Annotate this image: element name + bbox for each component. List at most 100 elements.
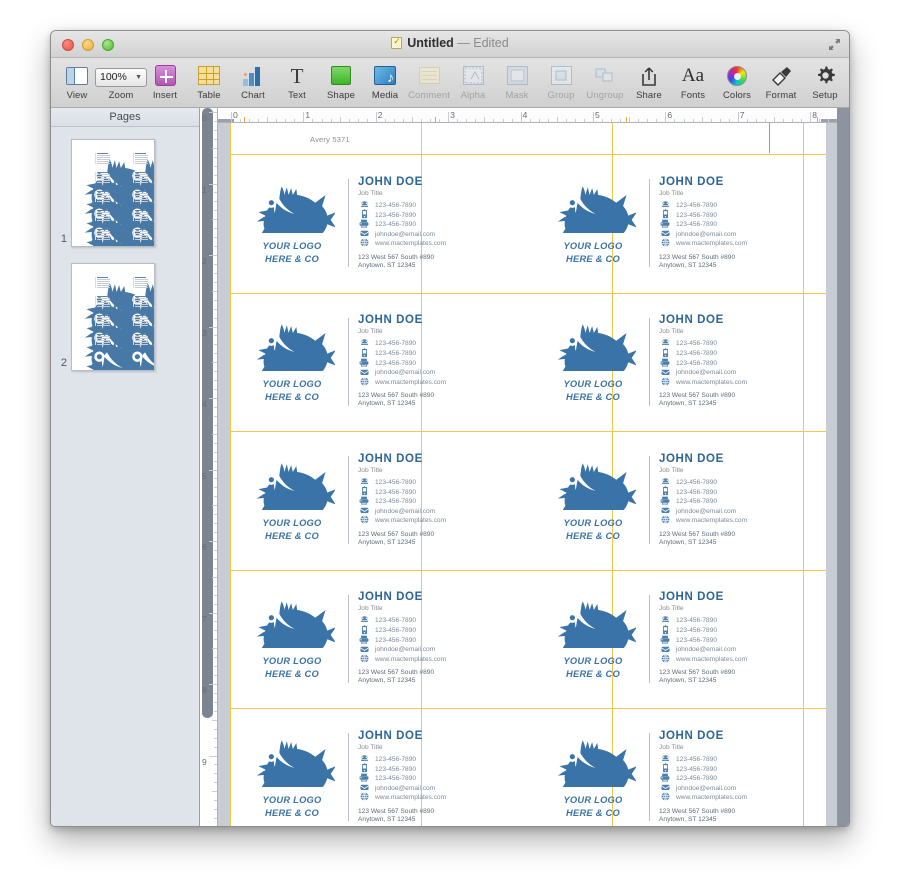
card-contact-row[interactable]: 123-456-7890 (358, 487, 506, 497)
card-contact-row[interactable]: 123-456-7890 (659, 635, 807, 645)
business-card[interactable]: YOUR LOGOHERE & COJOHN DOEJob Title123-4… (531, 431, 813, 569)
card-contact-row[interactable]: johndoe@email.com (358, 645, 506, 655)
card-logo-block[interactable]: YOUR LOGOHERE & CO (531, 735, 649, 820)
card-contact-row[interactable]: 123-456-7890 (358, 497, 506, 507)
card-contact-row[interactable]: 123-456-7890 (358, 616, 506, 626)
card-info-block[interactable]: JOHN DOEJob Title123-456-7890123-456-789… (659, 314, 813, 409)
card-contact-row[interactable]: 123-456-7890 (358, 201, 506, 211)
card-contact-row[interactable]: johndoe@email.com (659, 506, 807, 516)
card-contact-row[interactable]: johndoe@email.com (358, 368, 506, 378)
card-contact-row[interactable]: www.mactemplates.com (659, 793, 807, 803)
toolbar-button-tips[interactable]: ? Tips (847, 61, 850, 101)
card-contact-row[interactable]: www.mactemplates.com (358, 377, 506, 387)
card-contact-row[interactable]: 123-456-7890 (358, 478, 506, 488)
card-logo-block[interactable]: YOUR LOGOHERE & CO (230, 319, 348, 404)
card-contact-row[interactable]: 123-456-7890 (659, 210, 807, 220)
vertical-ruler[interactable]: 012345678910 (200, 108, 218, 827)
page-thumbnail-list[interactable]: 12 (51, 127, 199, 827)
ruler-guide-marker[interactable] (435, 117, 436, 122)
card-info-block[interactable]: JOHN DOEJob Title123-456-7890123-456-789… (659, 453, 813, 548)
card-info-block[interactable]: JOHN DOEJob Title123-456-7890123-456-789… (358, 591, 512, 686)
business-card[interactable]: YOUR LOGOHERE & COJOHN DOEJob Title123-4… (230, 708, 512, 827)
business-card[interactable]: YOUR LOGOHERE & COJOHN DOEJob Title123-4… (531, 154, 813, 292)
card-info-block[interactable]: JOHN DOEJob Title123-456-7890123-456-789… (659, 176, 813, 271)
page-sheet[interactable]: Avery 5371 YOUR LOGOHERE & COJOHN DOEJob… (230, 123, 826, 827)
card-contact-row[interactable]: johndoe@email.com (659, 645, 807, 655)
card-contact-row[interactable]: johndoe@email.com (659, 783, 807, 793)
toolbar-button-fonts[interactable]: Aa Fonts (671, 61, 715, 101)
toolbar-button-view[interactable]: View (55, 61, 99, 101)
card-logo-block[interactable]: YOUR LOGOHERE & CO (230, 181, 348, 266)
toolbar-button-shape[interactable]: Shape (319, 61, 363, 101)
card-contact-row[interactable]: 123-456-7890 (659, 764, 807, 774)
card-contact-row[interactable]: johndoe@email.com (358, 506, 506, 516)
toolbar-button-text[interactable]: T Text (275, 61, 319, 101)
toolbar-button-insert[interactable]: Insert (143, 61, 187, 101)
card-contact-row[interactable]: johndoe@email.com (358, 783, 506, 793)
toolbar-button-ungroup[interactable]: Ungroup (583, 61, 627, 101)
card-contact-row[interactable]: 123-456-7890 (358, 220, 506, 230)
card-contact-row[interactable]: www.mactemplates.com (358, 239, 506, 249)
card-contact-row[interactable]: 123-456-7890 (358, 755, 506, 765)
horizontal-ruler[interactable]: 012345678 (218, 108, 837, 123)
ruler-guide-marker[interactable] (244, 117, 245, 122)
business-card[interactable]: YOUR LOGOHERE & COJOHN DOEJob Title123-4… (531, 570, 813, 708)
toolbar-button-colors[interactable]: Colors (715, 61, 759, 101)
business-card[interactable]: YOUR LOGOHERE & COJOHN DOEJob Title123-4… (230, 293, 512, 431)
card-contact-row[interactable]: www.mactemplates.com (659, 239, 807, 249)
business-card[interactable]: YOUR LOGOHERE & COJOHN DOEJob Title123-4… (230, 570, 512, 708)
card-contact-row[interactable]: 123-456-7890 (659, 349, 807, 359)
card-info-block[interactable]: JOHN DOEJob Title123-456-7890123-456-789… (358, 730, 512, 825)
card-contact-row[interactable]: 123-456-7890 (358, 210, 506, 220)
card-contact-row[interactable]: www.mactemplates.com (358, 793, 506, 803)
page-thumbnail[interactable] (71, 263, 155, 371)
card-logo-block[interactable]: YOUR LOGOHERE & CO (230, 596, 348, 681)
vertical-scrollbar-track[interactable] (837, 108, 849, 827)
card-contact-row[interactable]: 123-456-7890 (659, 339, 807, 349)
card-logo-block[interactable]: YOUR LOGOHERE & CO (230, 458, 348, 543)
toolbar-button-mask[interactable]: Mask (495, 61, 539, 101)
business-card[interactable]: YOUR LOGOHERE & COJOHN DOEJob Title123-4… (230, 154, 512, 292)
toolbar-button-comment[interactable]: Comment (407, 61, 451, 101)
toolbar-button-chart[interactable]: Chart (231, 61, 275, 101)
toolbar-button-format[interactable]: Format (759, 61, 803, 101)
card-contact-row[interactable]: 123-456-7890 (659, 626, 807, 636)
card-contact-row[interactable]: www.mactemplates.com (659, 377, 807, 387)
page-thumbnail-row[interactable]: 2 (51, 263, 199, 371)
card-contact-row[interactable]: 123-456-7890 (659, 220, 807, 230)
page-thumbnail[interactable] (71, 139, 155, 247)
card-info-block[interactable]: JOHN DOEJob Title123-456-7890123-456-789… (659, 730, 813, 825)
card-contact-row[interactable]: 123-456-7890 (659, 616, 807, 626)
card-contact-row[interactable]: 123-456-7890 (358, 339, 506, 349)
ruler-guide-marker[interactable] (817, 117, 818, 122)
card-logo-block[interactable]: YOUR LOGOHERE & CO (531, 596, 649, 681)
card-contact-row[interactable]: 123-456-7890 (358, 774, 506, 784)
vertical-scrollbar-knob[interactable] (202, 108, 213, 718)
card-contact-row[interactable]: 123-456-7890 (659, 487, 807, 497)
card-contact-row[interactable]: 123-456-7890 (659, 497, 807, 507)
page-thumbnail-row[interactable]: 1 (51, 139, 199, 247)
fullscreen-expand-icon[interactable] (828, 38, 841, 51)
card-contact-row[interactable]: 123-456-7890 (358, 635, 506, 645)
card-contact-row[interactable]: 123-456-7890 (659, 478, 807, 488)
card-contact-row[interactable]: johndoe@email.com (358, 229, 506, 239)
card-contact-row[interactable]: 123-456-7890 (358, 349, 506, 359)
business-card[interactable]: YOUR LOGOHERE & COJOHN DOEJob Title123-4… (531, 708, 813, 827)
card-contact-row[interactable]: www.mactemplates.com (358, 516, 506, 526)
document-canvas[interactable]: Avery 5371 YOUR LOGOHERE & COJOHN DOEJob… (218, 123, 837, 827)
card-contact-row[interactable]: 123-456-7890 (659, 755, 807, 765)
card-logo-block[interactable]: YOUR LOGOHERE & CO (531, 458, 649, 543)
toolbar-button-media[interactable]: Media (363, 61, 407, 101)
card-contact-row[interactable]: www.mactemplates.com (659, 516, 807, 526)
toolbar-button-table[interactable]: Table (187, 61, 231, 101)
card-contact-row[interactable]: www.mactemplates.com (659, 654, 807, 664)
toolbar-button-share[interactable]: Share (627, 61, 671, 101)
card-logo-block[interactable]: YOUR LOGOHERE & CO (230, 735, 348, 820)
card-contact-row[interactable]: 123-456-7890 (659, 201, 807, 211)
card-contact-row[interactable]: 123-456-7890 (659, 774, 807, 784)
card-info-block[interactable]: JOHN DOEJob Title123-456-7890123-456-789… (358, 314, 512, 409)
toolbar-button-setup[interactable]: Setup (803, 61, 847, 101)
card-contact-row[interactable]: 123-456-7890 (358, 358, 506, 368)
card-contact-row[interactable]: www.mactemplates.com (358, 654, 506, 664)
card-contact-row[interactable]: johndoe@email.com (659, 368, 807, 378)
